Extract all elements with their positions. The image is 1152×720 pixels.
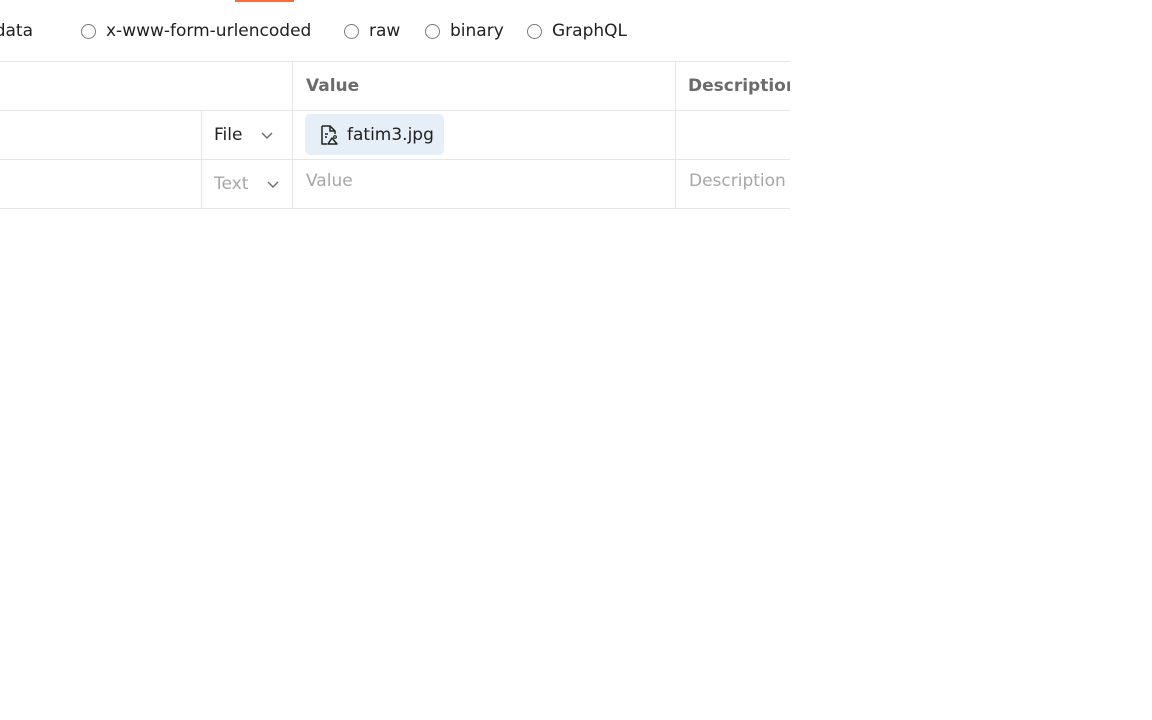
value-input[interactable]: Value — [306, 171, 666, 191]
chevron-down-icon — [261, 132, 273, 139]
form-data-table: Value Description File fatim3.jpg Text V… — [0, 61, 790, 209]
body-type-graphql-label: GraphQL — [552, 21, 627, 41]
radio-raw[interactable] — [344, 23, 359, 39]
body-type-graphql-option[interactable]: GraphQL — [527, 18, 627, 44]
radio-binary[interactable] — [425, 23, 440, 39]
column-header-description: Description — [688, 75, 790, 96]
body-type-form-data-option[interactable]: m-data — [0, 18, 33, 44]
body-type-raw-option[interactable]: raw — [344, 18, 400, 44]
row-type-label: Text — [214, 173, 249, 194]
description-input[interactable]: Description — [689, 171, 790, 191]
body-type-raw-label: raw — [369, 21, 401, 41]
body-type-binary-option[interactable]: binary — [425, 18, 504, 44]
body-type-binary-label: binary — [450, 21, 504, 41]
column-divider-description — [675, 61, 676, 209]
file-name: fatim3.jpg — [347, 124, 434, 145]
column-header-value: Value — [306, 75, 360, 96]
body-type-form-data-label: m-data — [0, 21, 33, 41]
request-body-panel: m-data x-www-form-urlencoded raw binary … — [0, 0, 1152, 720]
table-row-divider — [0, 159, 790, 160]
radio-urlencoded[interactable] — [81, 23, 96, 39]
table-bottom-border — [0, 208, 790, 209]
active-tab-indicator — [235, 0, 294, 2]
file-image-icon — [321, 124, 338, 145]
table-header-divider — [0, 110, 790, 111]
file-chip[interactable]: fatim3.jpg — [305, 114, 444, 155]
radio-graphql[interactable] — [527, 23, 542, 39]
body-type-urlencoded-label: x-www-form-urlencoded — [106, 21, 312, 41]
body-type-selector: m-data x-www-form-urlencoded raw binary … — [0, 18, 790, 44]
column-divider-type — [201, 110, 202, 209]
row-type-select[interactable]: File — [214, 110, 274, 159]
body-type-urlencoded-option[interactable]: x-www-form-urlencoded — [81, 18, 311, 44]
row-type-select[interactable]: Text — [214, 159, 280, 208]
chevron-down-icon — [267, 181, 279, 188]
row-type-label: File — [214, 124, 243, 145]
column-divider-value — [292, 61, 293, 209]
table-top-border — [0, 61, 790, 62]
